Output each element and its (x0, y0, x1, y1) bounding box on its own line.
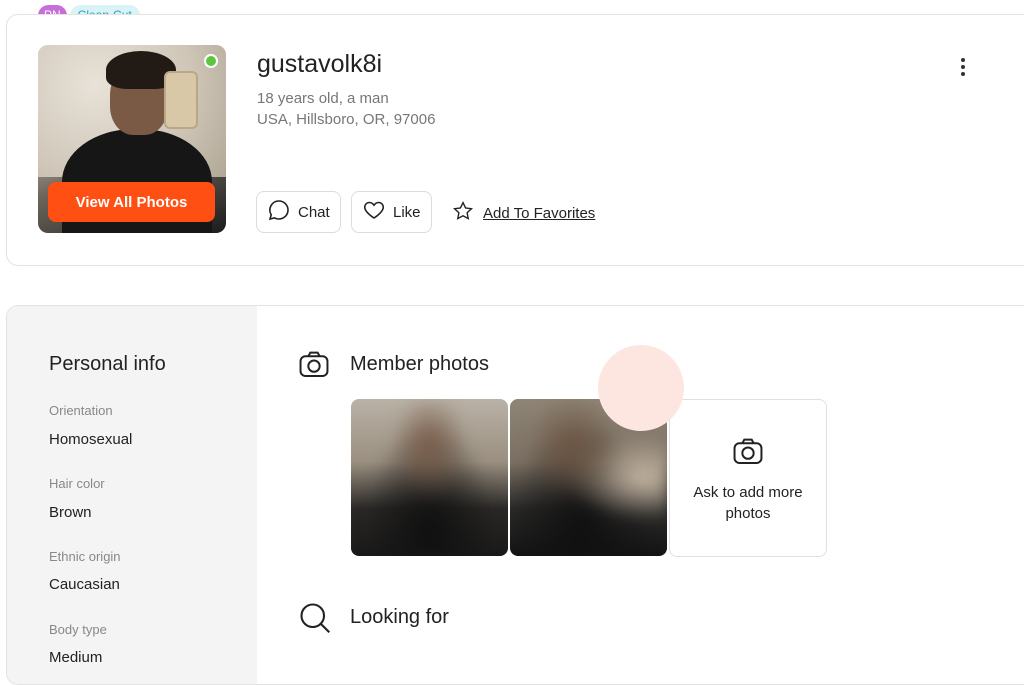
add-to-favorites-link[interactable]: Add To Favorites (452, 200, 595, 226)
like-label: Like (393, 203, 421, 221)
camera-icon (297, 347, 331, 386)
chat-bubble-icon (267, 198, 291, 226)
more-options-button[interactable] (953, 55, 973, 79)
details-card: Personal info Orientation Homosexual Hai… (6, 305, 1024, 685)
ask-more-photos-button[interactable]: Ask to add more photos (669, 399, 827, 557)
like-button[interactable]: Like (351, 191, 432, 233)
ethnic-origin-value: Caucasian (49, 576, 120, 593)
member-photo-1[interactable] (351, 399, 508, 556)
orientation-label: Orientation (49, 403, 113, 418)
add-to-favorites-label: Add To Favorites (483, 204, 596, 222)
personal-info-title: Personal info (49, 353, 166, 375)
username: gustavolk8i (257, 50, 383, 78)
chat-button[interactable]: Chat (256, 191, 341, 233)
body-type-value: Medium (49, 649, 103, 666)
looking-for-title: Looking for (350, 606, 449, 628)
orientation-value: Homosexual (49, 431, 133, 448)
location: USA, Hillsboro, OR, 97006 (257, 111, 436, 128)
age-gender: 18 years old, a man (257, 90, 389, 107)
member-photos-title: Member photos (350, 353, 489, 375)
more-vertical-icon (961, 58, 965, 62)
camera-icon (731, 434, 765, 473)
ethnic-origin-label: Ethnic origin (49, 549, 121, 564)
view-all-photos-button[interactable]: View All Photos (48, 182, 215, 222)
search-icon (297, 600, 333, 641)
personal-info-sidebar: Personal info Orientation Homosexual Hai… (7, 306, 257, 684)
ask-more-photos-label: Ask to add more photos (693, 484, 803, 522)
looking-for-illustration (598, 345, 684, 431)
chat-label: Chat (298, 203, 330, 221)
hair-color-value: Brown (49, 504, 92, 521)
star-icon (452, 200, 474, 226)
online-indicator (204, 54, 218, 68)
body-type-label: Body type (49, 622, 107, 637)
heart-icon (362, 198, 386, 226)
hair-color-label: Hair color (49, 476, 105, 491)
